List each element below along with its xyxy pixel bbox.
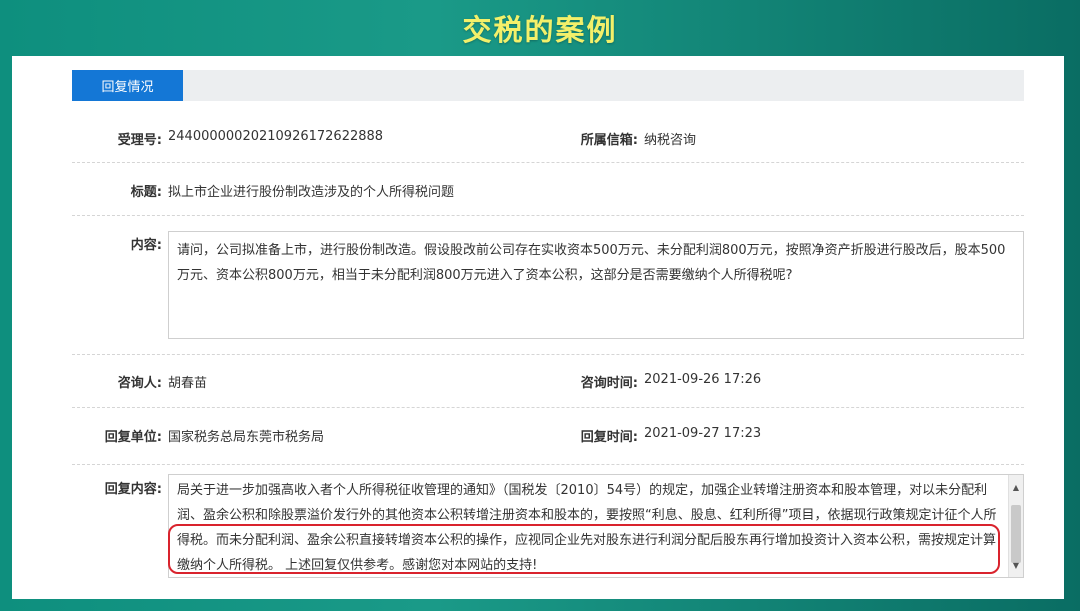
banner: 交税的案例 <box>0 0 1080 56</box>
tab-bar: 回复情况 <box>72 70 1024 101</box>
row-accept-no: 受理号: 2440000002021092617262288​8 所属信箱: 纳… <box>72 104 1024 163</box>
highlight-annotation <box>168 524 1000 574</box>
content-textarea[interactable]: 请问，公司拟准备上市，进行股份制改造。假设股改前公司存在实收资本500万元、未分… <box>168 231 1024 339</box>
banner-title: 交税的案例 <box>462 13 618 47</box>
reply-unit-label: 回复单位: <box>104 430 162 445</box>
reply-time-value: 2021-09-27 17:23 <box>644 426 762 441</box>
accept-no-value: 2440000002021092617262288​8 <box>168 129 384 144</box>
ask-time-value: 2021-09-26 17:26 <box>644 372 762 387</box>
row-asker: 咨询人: 胡春苗 咨询时间: 2021-09-26 17:26 <box>72 355 1024 408</box>
content-label: 内容: <box>130 238 162 253</box>
reply-unit-value: 国家税务总局东莞市税务局 <box>168 430 325 445</box>
mailbox-value: 纳税咨询 <box>644 133 697 148</box>
reply-content-label: 回复内容: <box>104 482 162 497</box>
mailbox-label: 所属信箱: <box>580 133 638 148</box>
reply-time-label: 回复时间: <box>580 430 638 445</box>
asker-value: 胡春苗 <box>168 376 208 391</box>
detail-panel: 回复情况 受理号: 2440000002021092617262288​8 所属… <box>12 56 1064 599</box>
scroll-thumb[interactable] <box>1011 505 1021 563</box>
tab-reply-status[interactable]: 回复情况 <box>72 70 183 101</box>
row-reply-unit: 回复单位: 国家税务总局东莞市税务局 回复时间: 2021-09-27 17:2… <box>72 408 1024 465</box>
row-title: 标题: 拟上市企业进行股份制改造涉及的个人所得税问题 <box>72 163 1024 216</box>
scrollbar[interactable]: ▲ ▼ <box>1008 475 1023 577</box>
title-value: 拟上市企业进行股份制改造涉及的个人所得税问题 <box>168 185 455 200</box>
accept-no-label: 受理号: <box>117 133 162 148</box>
title-label: 标题: <box>130 185 162 200</box>
ask-time-label: 咨询时间: <box>580 376 638 391</box>
asker-label: 咨询人: <box>117 376 162 391</box>
scroll-down-icon[interactable]: ▼ <box>1011 561 1021 571</box>
scroll-up-icon[interactable]: ▲ <box>1011 483 1021 493</box>
